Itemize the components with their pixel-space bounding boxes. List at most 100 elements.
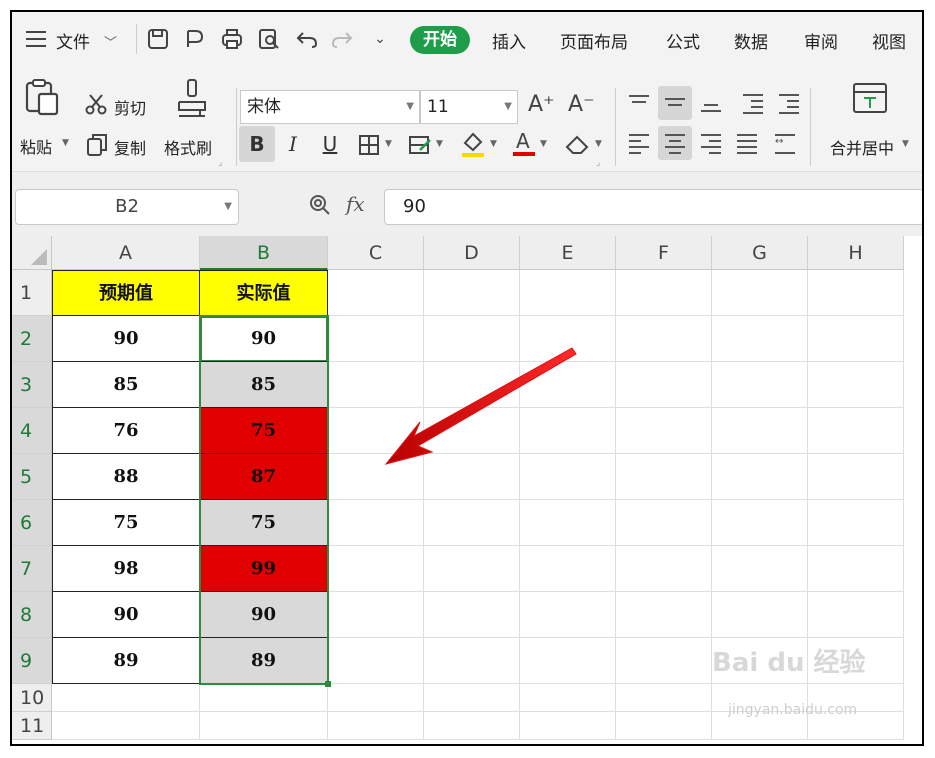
row-header-5[interactable]: 5 [12,454,52,500]
paste-dropdown-icon[interactable]: ▼ [62,138,69,148]
cell[interactable] [520,592,616,638]
header-expected-cell[interactable]: 预期值 [52,270,200,316]
cell[interactable] [328,316,424,362]
print-preview-icon[interactable] [257,27,281,51]
expected-value-cell[interactable]: 85 [52,362,200,408]
align-right-button[interactable] [694,126,728,160]
merge-center-icon[interactable] [852,82,888,114]
merge-center-button[interactable]: 合并居中 [830,135,894,159]
cell[interactable] [424,500,520,546]
cell[interactable] [424,270,520,316]
cell[interactable] [712,408,808,454]
cell[interactable] [520,362,616,408]
row-header-3[interactable]: 3 [12,362,52,408]
column-header-g[interactable]: G [712,236,808,270]
expected-value-cell[interactable]: 98 [52,546,200,592]
conditional-format-icon[interactable] [408,134,432,156]
cell[interactable] [520,684,616,712]
cell[interactable] [808,362,904,408]
file-menu[interactable]: 文件 [56,28,90,53]
actual-value-cell[interactable]: 75 [200,500,328,546]
cell[interactable] [328,408,424,454]
cut-button[interactable]: 剪切 [114,95,146,119]
cell[interactable] [520,454,616,500]
underline-button[interactable]: U [312,126,348,162]
row-header-7[interactable]: 7 [12,546,52,592]
cell[interactable] [616,712,712,740]
column-header-b[interactable]: B [200,236,328,270]
cell[interactable] [424,362,520,408]
cell[interactable] [52,684,200,712]
cell[interactable] [424,684,520,712]
align-left-button[interactable] [622,126,656,160]
cell[interactable] [808,270,904,316]
chevron-down-icon[interactable]: ▼ [490,140,497,149]
cell[interactable] [520,316,616,362]
row-header-1[interactable]: 1 [12,270,52,316]
font-name-select[interactable]: 宋体 ▼ [240,90,420,124]
align-bottom-button[interactable] [694,86,728,120]
hamburger-menu-icon[interactable] [26,31,46,47]
cell[interactable] [52,712,200,740]
column-header-c[interactable]: C [328,236,424,270]
cell[interactable] [328,712,424,740]
font-color-icon[interactable]: A [512,128,536,158]
undo-icon[interactable] [295,27,319,51]
format-painter-button[interactable]: 格式刷 [164,135,212,159]
row-header-10[interactable]: 10 [12,684,52,712]
row-header-9[interactable]: 9 [12,638,52,684]
paste-button[interactable]: 粘贴 [20,134,52,158]
cell[interactable] [808,316,904,362]
increase-font-icon[interactable]: A⁺ [528,94,555,116]
expected-value-cell[interactable]: 90 [52,316,200,362]
cell[interactable] [424,592,520,638]
cell[interactable] [520,500,616,546]
cell[interactable] [520,712,616,740]
cell[interactable] [712,500,808,546]
cell[interactable] [808,546,904,592]
select-all-corner[interactable] [12,236,52,270]
actual-value-cell[interactable]: 75 [200,408,328,454]
row-header-11[interactable]: 11 [12,712,52,740]
expected-value-cell[interactable]: 90 [52,592,200,638]
cell[interactable] [616,500,712,546]
redo-icon[interactable] [330,27,354,51]
cell[interactable] [424,638,520,684]
cell[interactable] [520,546,616,592]
tab-start[interactable]: 开始 [410,26,470,54]
tab-formulas[interactable]: 公式 [666,28,700,53]
fill-handle[interactable] [325,681,331,687]
tab-view[interactable]: 视图 [872,28,906,53]
cell[interactable] [616,684,712,712]
cell[interactable] [328,546,424,592]
font-launcher-icon[interactable]: ⌟ [596,158,600,168]
cell[interactable] [424,408,520,454]
row-header-8[interactable]: 8 [12,592,52,638]
cell[interactable] [424,316,520,362]
format-painter-icon[interactable] [176,78,210,118]
cell[interactable] [328,638,424,684]
cell[interactable] [328,592,424,638]
cell[interactable] [328,362,424,408]
cell[interactable] [616,638,712,684]
cell[interactable] [616,546,712,592]
actual-value-cell[interactable]: 90 [200,316,328,362]
merge-dropdown-icon[interactable]: ▼ [902,139,909,149]
cell[interactable] [616,316,712,362]
column-header-e[interactable]: E [520,236,616,270]
tab-insert[interactable]: 插入 [492,28,526,53]
cell[interactable] [424,712,520,740]
cell[interactable] [200,684,328,712]
cell[interactable] [424,546,520,592]
cell[interactable] [712,270,808,316]
cell[interactable] [712,454,808,500]
font-size-select[interactable]: 11 ▼ [420,90,518,124]
align-top-button[interactable] [622,86,656,120]
cell[interactable] [808,592,904,638]
zoom-lookup-icon[interactable] [308,193,332,217]
cell[interactable] [712,546,808,592]
cell[interactable] [616,362,712,408]
row-header-2[interactable]: 2 [12,316,52,362]
cell[interactable] [328,454,424,500]
cell[interactable] [616,454,712,500]
